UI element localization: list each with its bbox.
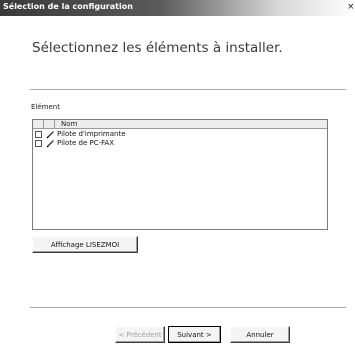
header-check-column[interactable] bbox=[33, 120, 44, 129]
divider-top bbox=[30, 89, 346, 91]
pen-icon bbox=[46, 139, 55, 148]
next-button[interactable]: Suivant > bbox=[168, 326, 221, 343]
list-header: Nom bbox=[33, 120, 327, 129]
list-item[interactable]: Pilote d'imprimante bbox=[33, 130, 327, 139]
close-icon[interactable]: × bbox=[347, 2, 355, 13]
list-item-label: Pilote d'imprimante bbox=[57, 130, 126, 138]
page-heading: Sélectionnez les éléments à installer. bbox=[32, 40, 283, 56]
title-bar[interactable]: Sélection de la configuration × bbox=[0, 0, 355, 16]
cancel-button[interactable]: Annuler bbox=[230, 326, 290, 343]
window-title: Sélection de la configuration bbox=[3, 2, 133, 11]
component-list[interactable]: Nom Pilote d'imprimante Pilote de PC-FAX bbox=[32, 119, 328, 230]
element-group-label: Elément bbox=[31, 103, 60, 111]
item-checkbox[interactable] bbox=[35, 131, 42, 138]
list-item-label: Pilote de PC-FAX bbox=[57, 139, 115, 147]
item-checkbox[interactable] bbox=[35, 140, 42, 147]
setup-dialog: Sélection de la configuration × Sélectio… bbox=[0, 0, 355, 350]
previous-button[interactable]: < Précédent bbox=[115, 326, 165, 343]
pen-icon bbox=[46, 130, 55, 139]
column-header-name[interactable]: Nom bbox=[61, 120, 77, 129]
header-icon-column[interactable] bbox=[44, 120, 55, 129]
readme-button[interactable]: Affichage LISEZMOI bbox=[32, 236, 138, 253]
divider-bottom bbox=[30, 307, 346, 309]
list-item[interactable]: Pilote de PC-FAX bbox=[33, 139, 327, 148]
